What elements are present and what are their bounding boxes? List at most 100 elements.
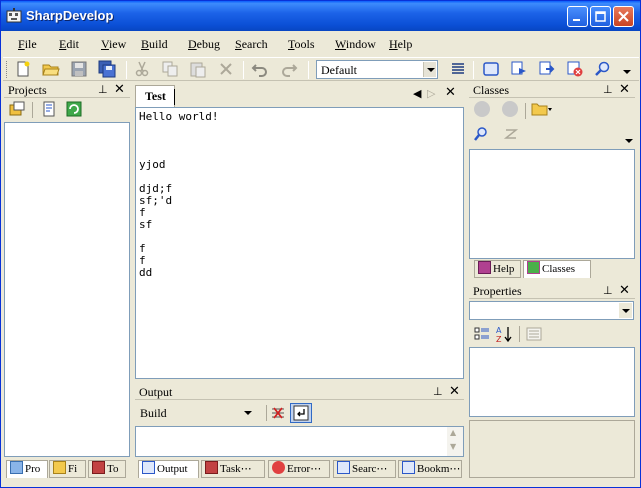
pin-icon[interactable]: ⊥ (603, 284, 613, 297)
tab-bookmarks[interactable]: Bookm⋯ (398, 460, 462, 478)
close-icon[interactable]: ✕ (619, 82, 630, 97)
toolbar-grip[interactable] (6, 61, 9, 78)
property-pages-icon (526, 327, 542, 341)
copy-button[interactable] (161, 60, 181, 80)
title-bar[interactable]: SharpDevelop (1, 1, 640, 31)
back-icon[interactable] (474, 101, 490, 117)
tab-label: Test (145, 89, 166, 103)
tab-help[interactable]: Help (474, 260, 521, 278)
menu-help[interactable]: Help (389, 37, 412, 52)
menu-tools[interactable]: Tools (288, 37, 315, 52)
output-text-area[interactable]: ▲ ▼ (135, 426, 464, 457)
code-line[interactable]: Hello world! (139, 111, 218, 123)
close-icon[interactable]: ✕ (449, 384, 460, 399)
scroll-tabs-right-icon[interactable]: ▷ (427, 87, 435, 100)
step-icon (539, 61, 555, 75)
scroll-down-icon[interactable]: ▼ (450, 442, 456, 451)
run-button[interactable] (510, 60, 530, 80)
save-all-button[interactable] (98, 60, 118, 80)
save-icon (71, 61, 87, 77)
classes-tree[interactable] (469, 149, 635, 259)
maximize-button[interactable] (590, 6, 611, 27)
forward-icon[interactable] (502, 101, 518, 117)
menu-debug[interactable]: Debug (188, 37, 220, 52)
undo-button[interactable] (251, 60, 271, 80)
toolbar-overflow-icon[interactable] (625, 139, 633, 143)
output-source-select[interactable]: Build (135, 403, 256, 422)
code-line[interactable]: yjod (139, 159, 218, 171)
code-line[interactable]: sf;'d (139, 195, 218, 207)
new-file-button[interactable] (14, 60, 34, 80)
properties-grid[interactable] (469, 347, 635, 417)
refresh-icon (66, 101, 82, 117)
scrollbar[interactable]: ▲ ▼ (447, 427, 463, 456)
property-pages-button[interactable] (525, 325, 543, 343)
open-button[interactable] (42, 60, 62, 80)
chevron-down-icon[interactable] (241, 405, 254, 420)
close-button[interactable] (613, 6, 634, 27)
close-icon[interactable]: ✕ (114, 82, 125, 97)
sort-az-icon: AZ (496, 326, 512, 344)
window-button[interactable] (482, 60, 502, 80)
delete-button[interactable] (217, 60, 237, 80)
close-icon[interactable]: ✕ (619, 283, 630, 298)
chevron-down-icon[interactable] (619, 303, 632, 318)
menu-search[interactable]: Search (235, 37, 268, 52)
configuration-select[interactable]: Default (316, 60, 438, 79)
menu-window[interactable]: Window (335, 37, 376, 52)
step-button[interactable] (538, 60, 558, 80)
tab-files[interactable]: Fi (49, 460, 86, 478)
alphabetical-button[interactable]: AZ (495, 325, 513, 344)
save-all-icon (98, 60, 116, 78)
pin-icon[interactable]: ⊥ (603, 83, 613, 96)
toolbar-overflow-icon[interactable] (623, 70, 631, 74)
pin-icon[interactable]: ⊥ (433, 385, 443, 398)
tab-tools[interactable]: To (88, 460, 126, 478)
menu-file[interactable]: File (18, 37, 37, 52)
word-wrap-toggle[interactable] (290, 403, 312, 423)
property-description (469, 420, 635, 478)
tab-search-results[interactable]: Searc⋯ (333, 460, 396, 478)
menu-build[interactable]: Build (141, 37, 168, 52)
clear-output-button[interactable] (270, 405, 286, 424)
stop-button[interactable] (566, 60, 586, 80)
code-editor[interactable]: Hello world! yjod djd;f sf;'d f sf f f dd (135, 107, 464, 379)
categorized-button[interactable] (473, 325, 491, 343)
properties-object-select[interactable] (469, 301, 634, 320)
tab-classes[interactable]: Classes (523, 260, 591, 278)
tab-output[interactable]: Output (138, 460, 199, 478)
output-icon (142, 461, 155, 474)
menu-view[interactable]: View (101, 37, 126, 52)
filter-button[interactable] (531, 101, 553, 120)
save-button[interactable] (70, 60, 90, 80)
paste-button[interactable] (189, 60, 209, 80)
project-options-button[interactable] (9, 101, 25, 120)
code-line[interactable]: f (139, 243, 218, 255)
find-button[interactable] (594, 60, 614, 80)
collapse-all-button[interactable] (41, 101, 57, 120)
projects-tree[interactable] (4, 122, 130, 457)
code-line[interactable]: dd (139, 267, 218, 279)
code-line[interactable] (139, 135, 218, 147)
pin-icon[interactable]: ⊥ (98, 83, 108, 96)
tab-error-list[interactable]: Error⋯ (268, 460, 330, 478)
tab-task-list[interactable]: Task⋯ (201, 460, 265, 478)
tab-projects[interactable]: Pro (6, 460, 48, 478)
window-title: SharpDevelop (26, 8, 114, 23)
scroll-up-icon[interactable]: ▲ (450, 428, 456, 437)
redo-button[interactable] (280, 60, 300, 80)
scroll-tabs-left-icon[interactable]: ◀ (413, 87, 421, 100)
members-button[interactable] (503, 126, 519, 145)
code-line[interactable] (139, 123, 218, 135)
cut-button[interactable] (133, 60, 153, 80)
minimize-button[interactable] (567, 6, 588, 27)
code-line[interactable]: sf (139, 219, 218, 231)
find-button[interactable] (473, 126, 489, 145)
chevron-down-icon[interactable] (423, 62, 436, 77)
code-line[interactable] (139, 231, 218, 243)
refresh-button[interactable] (66, 101, 82, 120)
tab-test[interactable]: Test (135, 85, 175, 107)
build-list-button[interactable] (449, 60, 469, 80)
close-icon[interactable]: ✕ (445, 85, 456, 100)
menu-edit[interactable]: Edit (59, 37, 79, 52)
